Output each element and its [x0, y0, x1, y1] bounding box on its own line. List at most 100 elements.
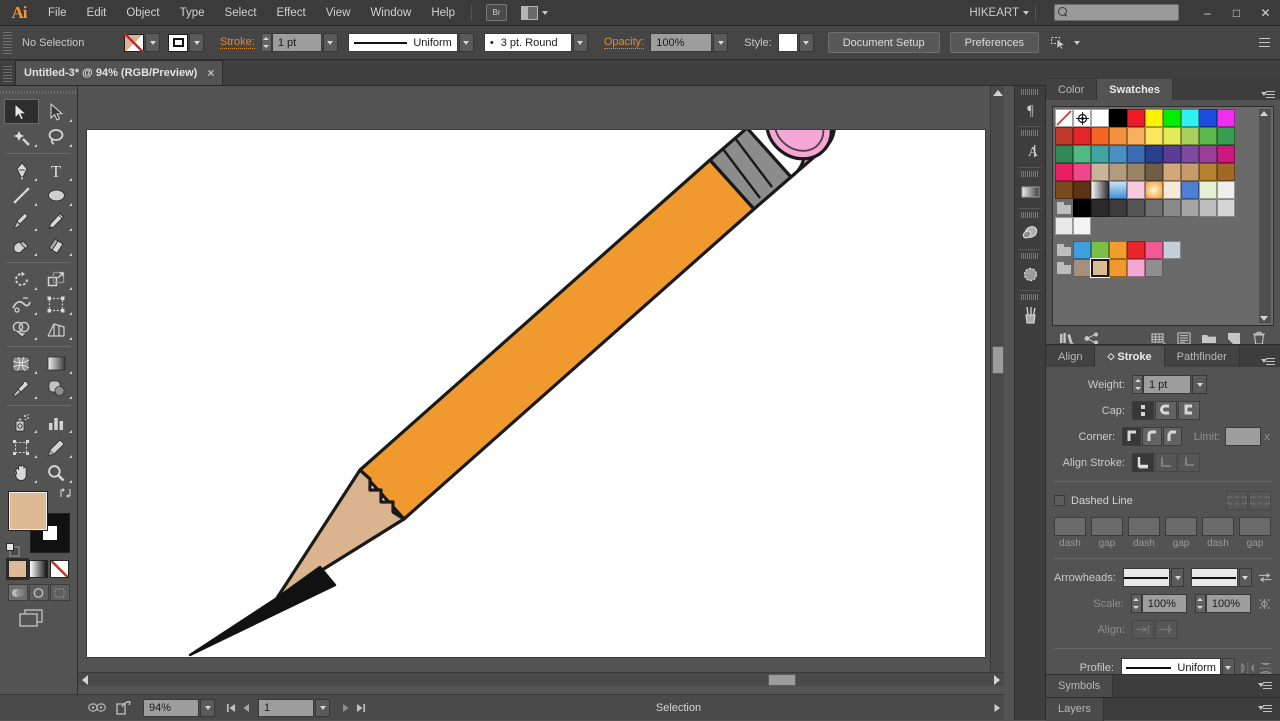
swatch-group-folder-icon[interactable] [1055, 199, 1073, 217]
character-icon[interactable]: A [1015, 137, 1045, 165]
last-artboard-button[interactable] [353, 699, 368, 717]
scale-end-stepper[interactable] [1195, 594, 1206, 613]
canvas-area[interactable] [78, 86, 1004, 686]
limit-field[interactable] [1225, 427, 1262, 446]
cloud-sync-icon[interactable] [86, 700, 108, 716]
scroll-left-icon[interactable] [82, 675, 88, 685]
symbols-panel-collapsed[interactable]: Symbols [1046, 674, 1280, 698]
fill-dropdown-button[interactable] [145, 33, 160, 52]
menu-view[interactable]: View [316, 0, 361, 26]
scale-tool[interactable] [39, 267, 74, 292]
pencil-illustration[interactable] [87, 93, 985, 657]
swatch-blue[interactable] [1199, 109, 1217, 127]
canvas-vertical-scrollbar[interactable] [990, 86, 1004, 686]
swatch-pattern-blue[interactable] [1181, 181, 1199, 199]
swatch-gradient-white-black[interactable] [1091, 181, 1109, 199]
swatch-gradient-radial-orange[interactable] [1145, 181, 1163, 199]
swatch-gradient-blue[interactable] [1109, 181, 1127, 199]
width-tool[interactable] [4, 292, 39, 317]
brushes-icon[interactable] [1015, 301, 1045, 329]
minimize-button[interactable]: – [1193, 0, 1222, 26]
swatches-scrollbar[interactable] [1259, 109, 1271, 323]
control-panel-menu-icon[interactable] [1256, 35, 1272, 51]
document-setup-button[interactable]: Document Setup [827, 32, 940, 53]
opacity-label[interactable]: Opacity: [603, 36, 645, 49]
workspace-switcher-label[interactable]: HIKEART [969, 7, 1019, 19]
opacity-field[interactable]: 100% [650, 33, 713, 52]
stroke-profile-dropdown[interactable] [458, 33, 474, 52]
stroke-swatch-button[interactable] [168, 33, 188, 52]
free-transform-tool[interactable] [39, 292, 74, 317]
align-inside-button[interactable] [1155, 453, 1177, 472]
swatch-red[interactable] [1127, 109, 1145, 127]
weight-field[interactable]: 1 pt [1143, 375, 1191, 394]
icon-dock-grip[interactable] [1021, 89, 1039, 95]
swatch-cyan[interactable] [1181, 109, 1199, 127]
dash-preserve-exact-button[interactable] [1226, 491, 1248, 510]
draw-behind-button[interactable] [28, 584, 49, 601]
fill-swatch-button[interactable] [124, 33, 144, 52]
swatches-list[interactable] [1052, 106, 1274, 326]
swatch-black[interactable] [1109, 109, 1127, 127]
transparency-icon[interactable] [1015, 260, 1045, 288]
round-join-button[interactable] [1142, 427, 1162, 446]
menu-window[interactable]: Window [360, 0, 421, 26]
search-input[interactable] [1054, 4, 1179, 21]
gap-input-1[interactable] [1091, 517, 1123, 536]
swatch-pattern-dots-pink[interactable] [1127, 181, 1145, 199]
gap-input-3[interactable] [1239, 517, 1271, 536]
menu-type[interactable]: Type [170, 0, 215, 26]
maximize-button[interactable]: □ [1222, 0, 1251, 26]
status-menu-arrow-icon[interactable] [989, 699, 1004, 717]
swatch-group-folder-icon-2[interactable] [1055, 241, 1073, 259]
swatches-panel-menu-button[interactable] [1261, 90, 1275, 100]
tab-symbols[interactable]: Symbols [1046, 674, 1114, 698]
stroke-profile-field[interactable]: Uniform [347, 33, 458, 52]
lasso-tool[interactable] [39, 124, 74, 149]
swatch-magenta[interactable] [1217, 109, 1235, 127]
pencil-tool[interactable] [39, 208, 74, 233]
swatch-yellow[interactable] [1145, 109, 1163, 127]
graphic-style-swatch[interactable] [777, 33, 798, 52]
dash-input-1[interactable] [1054, 517, 1086, 536]
none-fill-button[interactable] [50, 560, 70, 578]
appearance-icon[interactable] [1015, 219, 1045, 247]
arrowhead-end-dropdown[interactable] [1238, 568, 1252, 587]
tools-panel-grip[interactable] [0, 88, 77, 96]
swatch-group-folder-icon-3[interactable] [1055, 259, 1073, 277]
tab-layers[interactable]: Layers [1046, 697, 1105, 721]
symbols-panel-menu-icon[interactable] [1258, 681, 1272, 691]
slice-tool[interactable] [39, 435, 74, 460]
vertical-scroll-thumb[interactable] [992, 346, 1004, 374]
scroll-up-icon[interactable] [993, 90, 1003, 96]
blend-tool[interactable] [39, 376, 74, 401]
next-artboard-button[interactable] [338, 699, 353, 717]
symbol-sprayer-tool[interactable] [4, 410, 39, 435]
align-center-button[interactable] [1132, 453, 1154, 472]
scale-start-stepper[interactable] [1130, 594, 1142, 613]
zoom-level-dropdown[interactable] [200, 698, 215, 717]
weight-stepper[interactable] [1132, 375, 1143, 394]
color-fill-button[interactable] [5, 558, 29, 580]
swatch-registration[interactable] [1073, 109, 1091, 127]
artboard-tool[interactable] [4, 435, 39, 460]
align-outside-button[interactable] [1178, 453, 1200, 472]
magic-wand-tool[interactable] [4, 124, 39, 149]
zoom-tool[interactable] [39, 460, 74, 485]
menu-select[interactable]: Select [215, 0, 267, 26]
dashed-line-checkbox[interactable] [1054, 495, 1065, 506]
tab-stroke[interactable]: ◇ Stroke [1095, 346, 1165, 367]
column-graph-tool[interactable] [39, 410, 74, 435]
swatch-none[interactable] [1055, 109, 1073, 127]
dash-adjust-corners-button[interactable] [1249, 491, 1271, 510]
artboard-number-field[interactable]: 1 [258, 698, 314, 717]
swatches-scroll-down-icon[interactable] [1260, 316, 1268, 321]
fill-color-swatch[interactable] [7, 491, 48, 531]
paintbrush-tool[interactable] [4, 208, 39, 233]
menu-object[interactable]: Object [116, 0, 169, 26]
gradient-fill-button[interactable] [28, 560, 49, 578]
workspace-chevron-down-icon[interactable] [1023, 10, 1029, 15]
place-arrow-at-end-button[interactable] [1155, 620, 1177, 639]
arrange-documents-button[interactable] [521, 5, 548, 20]
shape-builder-tool[interactable] [4, 317, 39, 342]
